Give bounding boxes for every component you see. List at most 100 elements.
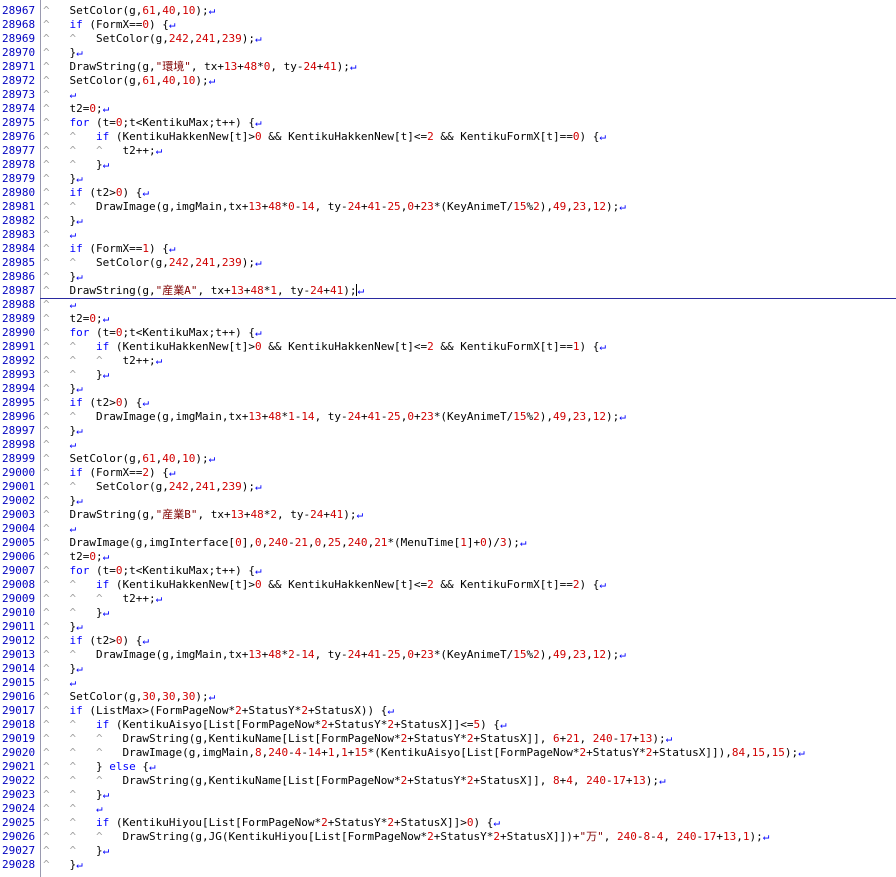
code-text[interactable]: ^ ^ ^ DrawString(g,JG(KentikuHiyou[List[… <box>43 830 769 844</box>
code-text[interactable]: ^ if (ListMax>(FormPageNow*2+StatusY*2+S… <box>43 704 394 718</box>
code-line[interactable]: 29009 ^ ^ ^ t2++;↵ <box>0 592 896 606</box>
code-line[interactable]: 29023 ^ ^ }↵ <box>0 788 896 802</box>
code-text[interactable]: ^ for (t=0;t<KentikuMax;t++) {↵ <box>43 326 262 340</box>
code-text[interactable]: ^ }↵ <box>43 172 83 186</box>
code-line[interactable]: 28974 ^ t2=0;↵ <box>0 102 896 116</box>
code-text[interactable]: ^ ↵ <box>43 438 76 452</box>
code-line[interactable]: 29024 ^ ^ ↵ <box>0 802 896 816</box>
code-text[interactable]: ^ ^ }↵ <box>43 368 109 382</box>
code-line[interactable]: 29004 ^ ↵ <box>0 522 896 536</box>
code-line[interactable]: 28993 ^ ^ }↵ <box>0 368 896 382</box>
code-text[interactable]: ^ ^ if (KentikuHiyou[List[FormPageNow*2+… <box>43 816 500 830</box>
code-line[interactable]: 28982 ^ }↵ <box>0 214 896 228</box>
code-text[interactable]: ^ ↵ <box>43 88 76 102</box>
code-text[interactable]: ^ ^ if (KentikuAisyo[List[FormPageNow*2+… <box>43 718 507 732</box>
code-line[interactable]: 28970 ^ }↵ <box>0 46 896 60</box>
code-line[interactable]: 28990 ^ for (t=0;t<KentikuMax;t++) {↵ <box>0 326 896 340</box>
code-text[interactable]: ^ t2=0;↵ <box>43 550 109 564</box>
code-line[interactable]: 28989 ^ t2=0;↵ <box>0 312 896 326</box>
code-text[interactable]: ^ ^ SetColor(g,242,241,239);↵ <box>43 480 262 494</box>
code-line[interactable]: 28988 ^ ↵ <box>0 298 896 312</box>
code-line[interactable]: 29021 ^ ^ } else {↵ <box>0 760 896 774</box>
code-line[interactable]: 29015 ^ ↵ <box>0 676 896 690</box>
code-line[interactable]: 28978 ^ ^ }↵ <box>0 158 896 172</box>
code-text[interactable]: ^ ^ }↵ <box>43 606 109 620</box>
code-line[interactable]: 29001 ^ ^ SetColor(g,242,241,239);↵ <box>0 480 896 494</box>
code-text[interactable]: ^ ^ ↵ <box>43 802 103 816</box>
code-text[interactable]: ^ if (t2>0) {↵ <box>43 634 149 648</box>
code-line[interactable]: 28979 ^ }↵ <box>0 172 896 186</box>
code-line[interactable]: 29018 ^ ^ if (KentikuAisyo[List[FormPageN… <box>0 718 896 732</box>
code-text[interactable]: ^ ^ DrawImage(g,imgMain,tx+13+48*0-14, t… <box>43 200 626 214</box>
code-line[interactable]: 28972 ^ SetColor(g,61,40,10);↵ <box>0 74 896 88</box>
code-text[interactable]: ^ if (t2>0) {↵ <box>43 186 149 200</box>
code-text[interactable]: ^ ^ }↵ <box>43 158 109 172</box>
code-text[interactable]: ^ if (FormX==1) {↵ <box>43 242 175 256</box>
code-text[interactable]: ^ ^ SetColor(g,242,241,239);↵ <box>43 32 262 46</box>
code-line[interactable]: 29027 ^ ^ }↵ <box>0 844 896 858</box>
code-line[interactable]: 28995 ^ if (t2>0) {↵ <box>0 396 896 410</box>
code-text[interactable]: ^ ^ ^ DrawImage(g,imgMain,8,240-4-14+1,1… <box>43 746 805 760</box>
code-text[interactable]: ^ }↵ <box>43 46 83 60</box>
code-text[interactable]: ^ }↵ <box>43 424 83 438</box>
code-line[interactable]: 28991 ^ ^ if (KentikuHakkenNew[t]>0 && Ke… <box>0 340 896 354</box>
code-line[interactable]: 28971 ^ DrawString(g,"環境", tx+13+48*0, ty… <box>0 60 896 74</box>
code-text[interactable]: ^ }↵ <box>43 382 83 396</box>
code-text[interactable]: ^ DrawString(g,"環境", tx+13+48*0, ty-24+4… <box>43 60 356 74</box>
code-line[interactable]: 28997 ^ }↵ <box>0 424 896 438</box>
code-line[interactable]: 29020 ^ ^ ^ DrawImage(g,imgMain,8,240-4-1… <box>0 746 896 760</box>
code-text[interactable]: ^ ^ ^ t2++;↵ <box>43 354 162 368</box>
code-line[interactable]: 28976 ^ ^ if (KentikuHakkenNew[t]>0 && Ke… <box>0 130 896 144</box>
code-line[interactable]: 29017 ^ if (ListMax>(FormPageNow*2+Status… <box>0 704 896 718</box>
code-text[interactable]: ^ if (FormX==2) {↵ <box>43 466 175 480</box>
code-text[interactable]: ^ for (t=0;t<KentikuMax;t++) {↵ <box>43 116 262 130</box>
code-line[interactable]: 28973 ^ ↵ <box>0 88 896 102</box>
code-line[interactable]: 29026 ^ ^ ^ DrawString(g,JG(KentikuHiyou[… <box>0 830 896 844</box>
code-line[interactable]: 29007 ^ for (t=0;t<KentikuMax;t++) {↵ <box>0 564 896 578</box>
code-text[interactable]: ^ ^ ^ DrawString(g,KentikuName[List[Form… <box>43 774 666 788</box>
code-line[interactable]: 28994 ^ }↵ <box>0 382 896 396</box>
code-line[interactable]: 28975 ^ for (t=0;t<KentikuMax;t++) {↵ <box>0 116 896 130</box>
code-text[interactable]: ^ ^ if (KentikuHakkenNew[t]>0 && Kentiku… <box>43 340 606 354</box>
code-line[interactable]: 28986 ^ }↵ <box>0 270 896 284</box>
code-line[interactable]: 28967 ^ SetColor(g,61,40,10);↵ <box>0 4 896 18</box>
code-line[interactable]: 29012 ^ if (t2>0) {↵ <box>0 634 896 648</box>
code-text[interactable]: ^ ^ if (KentikuHakkenNew[t]>0 && Kentiku… <box>43 578 606 592</box>
code-text[interactable]: ^ ↵ <box>43 676 76 690</box>
code-line[interactable]: 28992 ^ ^ ^ t2++;↵ <box>0 354 896 368</box>
code-text[interactable]: ^ ^ DrawImage(g,imgMain,tx+13+48*1-14, t… <box>43 410 626 424</box>
code-line[interactable]: 29002 ^ }↵ <box>0 494 896 508</box>
code-line[interactable]: 28999 ^ SetColor(g,61,40,10);↵ <box>0 452 896 466</box>
code-line[interactable]: 28996 ^ ^ DrawImage(g,imgMain,tx+13+48*1-… <box>0 410 896 424</box>
code-text[interactable]: ^ DrawString(g,"産業B", tx+13+48*2, ty-24+… <box>43 508 363 522</box>
code-line[interactable]: 28980 ^ if (t2>0) {↵ <box>0 186 896 200</box>
code-text[interactable]: ^ ↵ <box>43 228 76 242</box>
code-text[interactable]: ^ ^ ^ DrawString(g,KentikuName[List[Form… <box>43 732 672 746</box>
code-line[interactable]: 28984 ^ if (FormX==1) {↵ <box>0 242 896 256</box>
code-line[interactable]: 28977 ^ ^ ^ t2++;↵ <box>0 144 896 158</box>
code-line[interactable]: 29013 ^ ^ DrawImage(g,imgMain,tx+13+48*2-… <box>0 648 896 662</box>
code-text[interactable]: ^ if (FormX==0) {↵ <box>43 18 175 32</box>
code-line[interactable]: 29000 ^ if (FormX==2) {↵ <box>0 466 896 480</box>
code-text[interactable]: ^ ^ if (KentikuHakkenNew[t]>0 && Kentiku… <box>43 130 606 144</box>
code-line[interactable]: 28985 ^ ^ SetColor(g,242,241,239);↵ <box>0 256 896 270</box>
code-text[interactable]: ^ }↵ <box>43 270 83 284</box>
code-line[interactable]: 28968 ^ if (FormX==0) {↵ <box>0 18 896 32</box>
code-text[interactable]: ^ ^ }↵ <box>43 788 109 802</box>
code-line[interactable]: 29016 ^ SetColor(g,30,30,30);↵ <box>0 690 896 704</box>
code-line[interactable]: 29011 ^ }↵ <box>0 620 896 634</box>
code-line[interactable]: 29028 ^ }↵ <box>0 858 896 872</box>
code-text[interactable]: ^ if (t2>0) {↵ <box>43 396 149 410</box>
code-text[interactable]: ^ t2=0;↵ <box>43 312 109 326</box>
code-line[interactable]: 29006 ^ t2=0;↵ <box>0 550 896 564</box>
code-text[interactable]: ^ SetColor(g,61,40,10);↵ <box>43 4 215 18</box>
code-line[interactable]: 29019 ^ ^ ^ DrawString(g,KentikuName[List… <box>0 732 896 746</box>
code-line[interactable]: 28998 ^ ↵ <box>0 438 896 452</box>
code-text[interactable]: ^ }↵ <box>43 662 83 676</box>
code-text[interactable]: ^ }↵ <box>43 214 83 228</box>
code-text[interactable]: ^ ^ }↵ <box>43 844 109 858</box>
code-text[interactable]: ^ ^ SetColor(g,242,241,239);↵ <box>43 256 262 270</box>
code-text[interactable]: ^ }↵ <box>43 620 83 634</box>
code-line[interactable]: 29010 ^ ^ }↵ <box>0 606 896 620</box>
code-text[interactable]: ^ ↵ <box>43 298 76 312</box>
